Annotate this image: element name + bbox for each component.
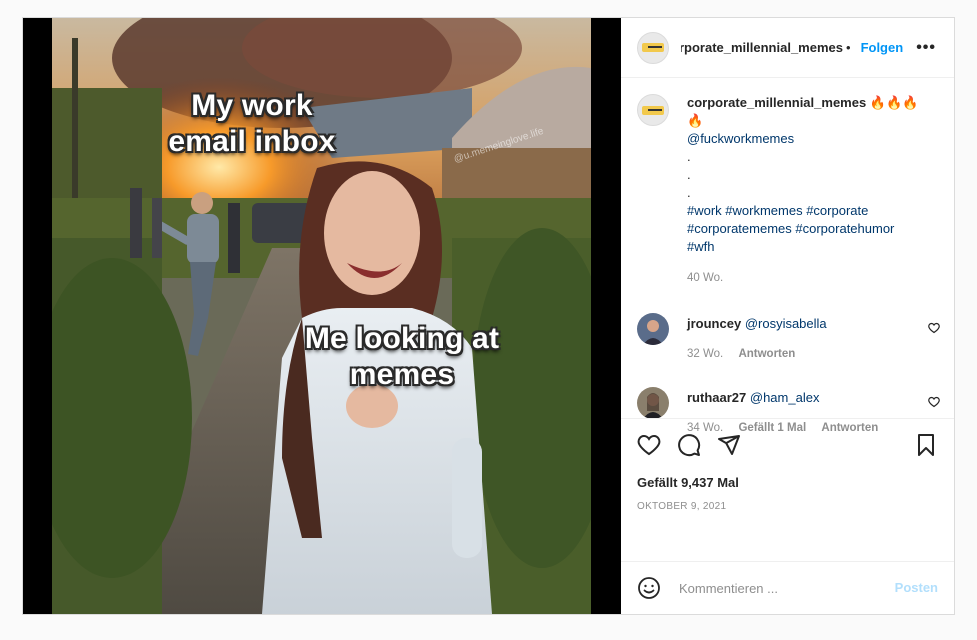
like-comment-heart-icon[interactable] — [928, 396, 940, 408]
commenter-avatar[interactable] — [637, 313, 669, 345]
comment-bubble-icon[interactable] — [677, 433, 701, 457]
comment-time[interactable]: 32 Wo. — [687, 348, 723, 360]
post-card: @u.memeinglove.life My work email inbox … — [22, 17, 955, 615]
comment-item: jrouncey @rosyisabella 32 Wo. Antworten — [637, 313, 827, 363]
comment-username[interactable]: jrouncey — [687, 316, 741, 331]
comment-meta: 32 Wo. Antworten — [687, 345, 827, 363]
follow-button[interactable]: Folgen — [861, 40, 904, 55]
emoji-smiley-icon[interactable] — [637, 576, 661, 600]
caption-dot: . — [687, 167, 691, 182]
post-side-panel: corporate_millennial_memes • Folgen ••• … — [621, 18, 954, 614]
post-media[interactable]: @u.memeinglove.life My work email inbox … — [23, 18, 621, 614]
save-bookmark-icon[interactable] — [914, 433, 938, 457]
separator-dot: • — [846, 40, 851, 55]
like-comment-heart-icon[interactable] — [928, 322, 940, 334]
meme-image[interactable]: @u.memeinglove.life My work email inbox … — [52, 18, 591, 614]
caption-row: corporate_millennial_memes 🔥🔥🔥🔥 @fuckwor… — [637, 94, 938, 287]
caption-avatar[interactable] — [637, 94, 669, 126]
caption-hashtags[interactable]: #work #workmemes #corporate — [687, 203, 868, 218]
meme-caption-bottom: Me looking at memes — [304, 322, 500, 391]
post-actions: Gefällt 9,437 Mal OKTOBER 9, 2021 — [621, 418, 954, 561]
caption-username[interactable]: corporate_millennial_memes — [687, 95, 866, 110]
caption-mention[interactable]: @fuckworkmemes — [687, 131, 794, 146]
comment-body: jrouncey @rosyisabella 32 Wo. Antworten — [687, 313, 827, 363]
caption-hashtags[interactable]: #wfh — [687, 239, 714, 254]
avatar-illustration — [637, 387, 669, 419]
likes-count[interactable]: Gefällt 9,437 Mal — [637, 475, 739, 490]
commenter-avatar[interactable] — [637, 387, 669, 419]
avatar-illustration — [637, 313, 669, 345]
caption-time[interactable]: 40 Wo. — [687, 269, 927, 287]
brand-logo-icon — [642, 105, 664, 115]
caption-body: corporate_millennial_memes 🔥🔥🔥🔥 @fuckwor… — [687, 94, 927, 287]
more-options-icon[interactable]: ••• — [916, 39, 936, 57]
post-date[interactable]: OKTOBER 9, 2021 — [637, 501, 726, 512]
caption-dot: . — [687, 149, 691, 164]
like-heart-icon[interactable] — [637, 433, 661, 457]
add-comment-bar: Posten — [621, 561, 954, 614]
post-comment-button[interactable]: Posten — [895, 580, 938, 595]
meme-caption-top: My work email inbox — [168, 89, 336, 158]
author-username[interactable]: corporate_millennial_memes — [681, 40, 843, 55]
brand-logo-icon — [642, 43, 664, 52]
comment-mention[interactable]: @rosyisabella — [745, 316, 827, 331]
comments-section[interactable]: corporate_millennial_memes 🔥🔥🔥🔥 @fuckwor… — [621, 78, 954, 434]
caption-hashtags[interactable]: #corporatememes #corporatehumor — [687, 221, 894, 236]
comment-input[interactable] — [677, 574, 871, 602]
share-paper-plane-icon[interactable] — [717, 433, 741, 457]
post-header: corporate_millennial_memes • Folgen ••• — [621, 18, 954, 78]
comment-username[interactable]: ruthaar27 — [687, 390, 746, 405]
caption-dot: . — [687, 185, 691, 200]
reply-button[interactable]: Antworten — [738, 348, 795, 360]
comment-mention[interactable]: @ham_alex — [750, 390, 820, 405]
author-avatar[interactable] — [637, 31, 669, 64]
